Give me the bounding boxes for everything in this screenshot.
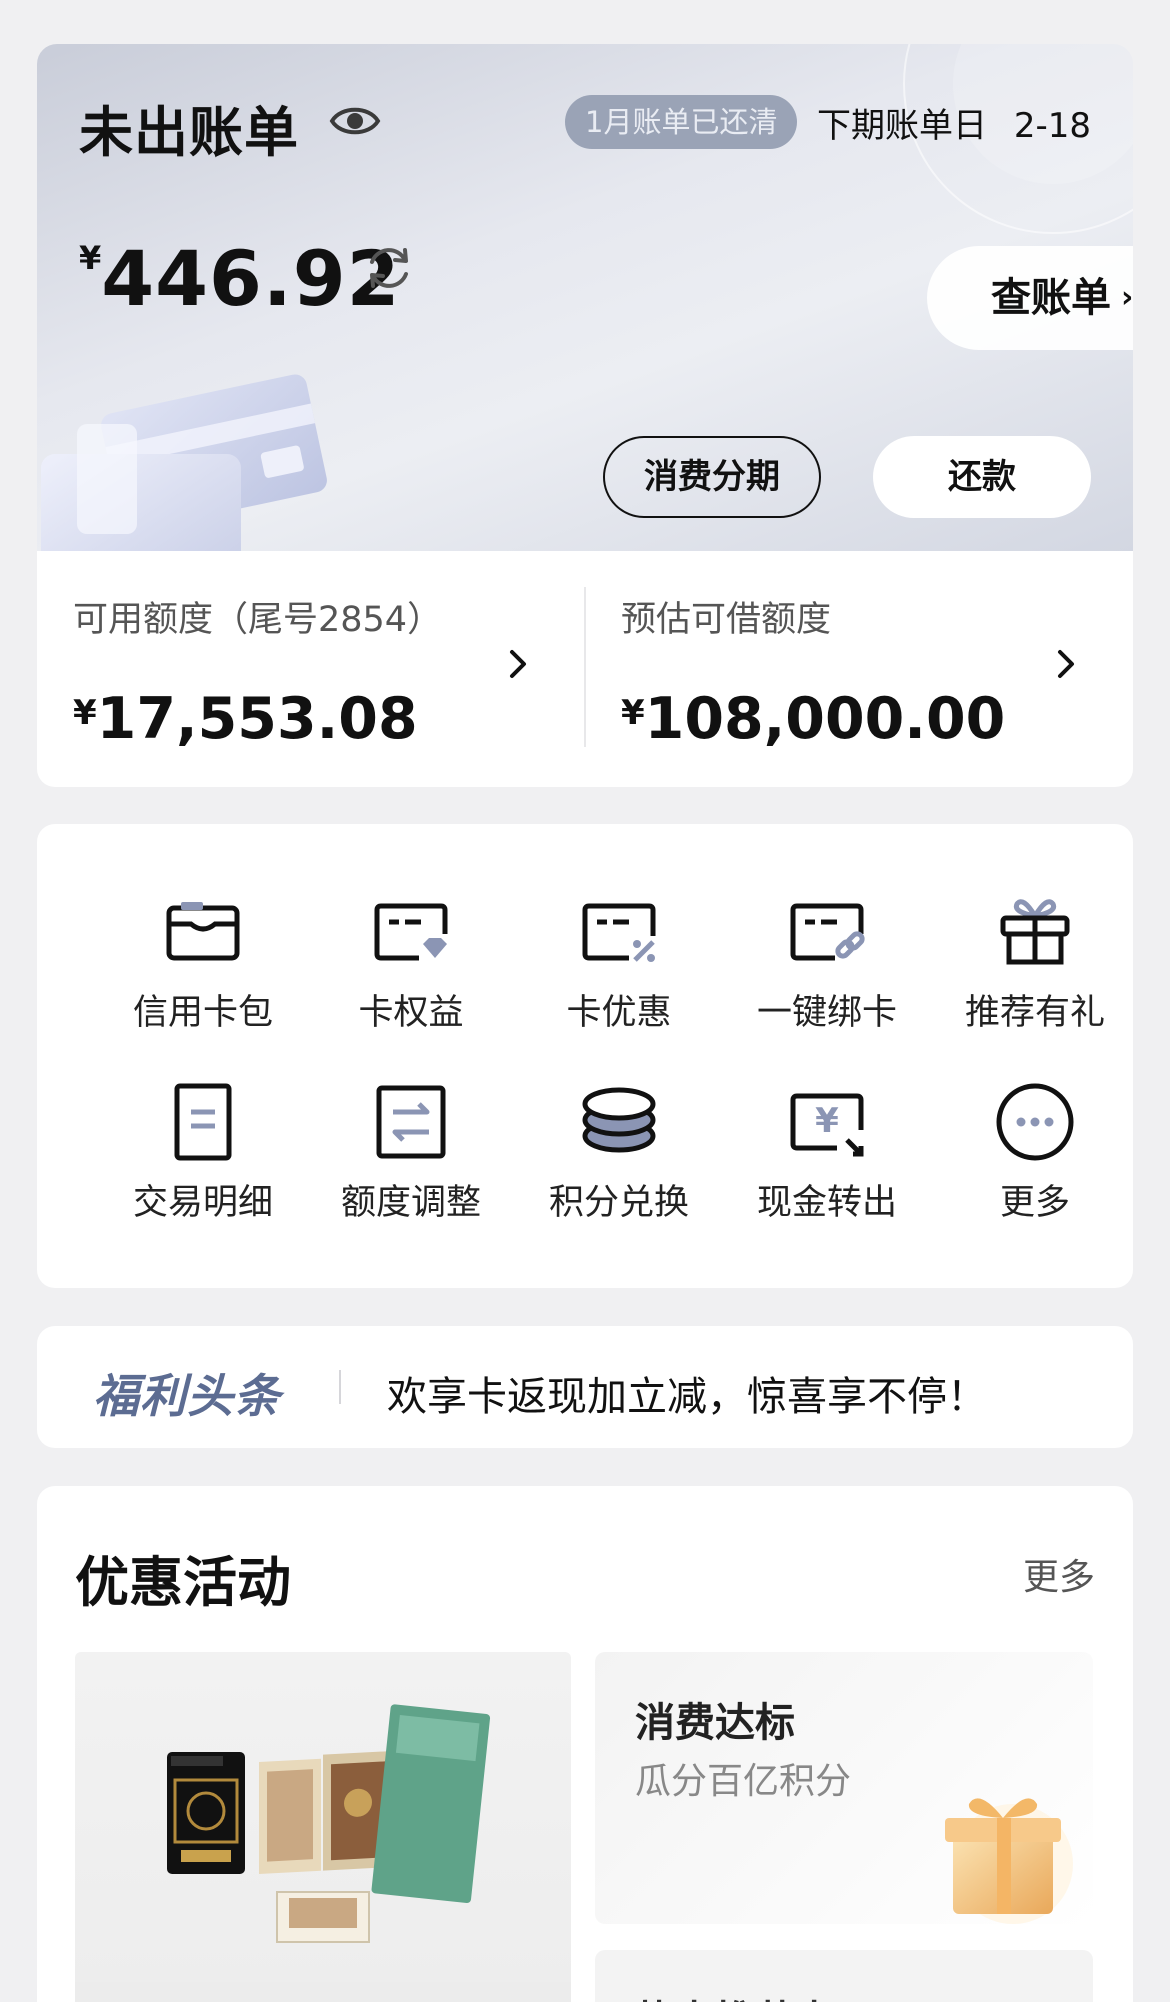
cash-out-icon: ¥ xyxy=(790,1093,864,1157)
currency-symbol: ¥ xyxy=(73,693,97,733)
action-label: 一键绑卡 xyxy=(756,993,897,1033)
divider xyxy=(339,1370,341,1404)
action-label: 推荐有礼 xyxy=(964,993,1105,1033)
gift-box-image xyxy=(945,1798,1073,1924)
quick-actions-grid: 信用卡包 卡权益 卡优惠 一键绑卡 推荐有礼 交易明细 额度调整 积分兑换 ¥ … xyxy=(37,824,1133,1288)
amount-value: 446.92 xyxy=(101,234,401,323)
promo-title: 热卡推荐卡 xyxy=(635,1988,835,2002)
promotions-title: 优惠活动 xyxy=(75,1551,291,1614)
available-limit-value: ¥17,553.08 xyxy=(73,686,418,752)
next-bill-value: 2-18 xyxy=(1013,106,1091,146)
currency-symbol: ¥ xyxy=(621,693,645,733)
points-coins-icon xyxy=(582,1087,656,1153)
action-label: 现金转出 xyxy=(756,1183,897,1223)
next-bill-label: 下期账单日 xyxy=(817,106,987,146)
action-card-benefits[interactable]: 卡权益 xyxy=(307,892,515,1033)
repay-button[interactable]: 还款 xyxy=(873,436,1091,518)
credit-limit-panel: 可用额度（尾号2854） ¥17,553.08 预估可借额度 ¥108,000.… xyxy=(37,551,1133,787)
promo-product-image xyxy=(75,1704,571,2002)
borrowable-limit[interactable]: 预估可借额度 ¥108,000.00 xyxy=(585,551,1133,787)
available-limit-amount: 17,553.08 xyxy=(96,686,418,752)
card-benefits-icon xyxy=(374,903,448,961)
next-bill-date: 下期账单日 2-18 xyxy=(817,98,1091,147)
action-cash-out[interactable]: ¥ 现金转出 xyxy=(723,1082,931,1223)
benefits-headline-banner[interactable]: 福利头条 欢享卡返现加立减，惊喜享不停！ xyxy=(37,1326,1133,1448)
svg-text:¥: ¥ xyxy=(815,1101,839,1141)
borrowable-limit-label: 预估可借额度 xyxy=(621,600,832,640)
view-bill-button[interactable]: 查账单 › xyxy=(927,246,1133,350)
card-discount-icon xyxy=(582,903,656,962)
more-dots-icon xyxy=(996,1083,1074,1161)
promo-title: 消费达标 xyxy=(635,1700,795,1746)
action-card-wallet[interactable]: 信用卡包 xyxy=(99,892,307,1033)
benefits-message: 欢享卡返现加立减，惊喜享不停！ xyxy=(387,1374,987,1420)
benefits-brand: 福利头条 xyxy=(93,1369,281,1423)
eye-icon[interactable] xyxy=(329,100,381,142)
chevron-right-icon xyxy=(510,650,526,678)
gift-icon xyxy=(1000,899,1070,965)
transactions-icon xyxy=(174,1083,232,1161)
action-points-exchange[interactable]: 积分兑换 xyxy=(515,1082,723,1223)
promo-card-spending[interactable]: 消费达标 瓜分百亿积分 xyxy=(595,1652,1093,1924)
promo-subtitle: 瓜分百亿积分 xyxy=(635,1761,852,1802)
promo-card-product[interactable] xyxy=(75,1652,571,2002)
action-more[interactable]: 更多 xyxy=(931,1082,1133,1223)
card-wallet-icon xyxy=(166,902,240,961)
unbilled-amount: ¥446.92 xyxy=(79,234,401,323)
limit-adjust-icon xyxy=(376,1085,446,1159)
credit-cards-illustration xyxy=(41,374,327,551)
action-label: 积分兑换 xyxy=(548,1183,689,1223)
refresh-icon[interactable] xyxy=(363,242,415,294)
action-label: 更多 xyxy=(999,1183,1070,1223)
promo-card-second[interactable]: 热卡推荐卡 xyxy=(595,1950,1093,2002)
currency-symbol: ¥ xyxy=(79,239,102,277)
chevron-right-icon: › xyxy=(1121,280,1133,315)
action-label: 信用卡包 xyxy=(132,993,273,1033)
action-label: 卡权益 xyxy=(358,993,464,1033)
action-referral-gift[interactable]: 推荐有礼 xyxy=(931,892,1133,1033)
available-limit-label: 可用额度（尾号2854） xyxy=(73,600,443,640)
bind-card-icon xyxy=(790,903,865,961)
borrowable-limit-value: ¥108,000.00 xyxy=(621,686,1005,752)
action-bind-card[interactable]: 一键绑卡 xyxy=(723,892,931,1033)
borrowable-limit-amount: 108,000.00 xyxy=(644,686,1006,752)
bill-paid-badge: 1月账单已还清 xyxy=(565,95,798,149)
action-transactions[interactable]: 交易明细 xyxy=(99,1082,307,1223)
unbilled-card: 未出账单 1月账单已还清 下期账单日 2-18 ¥446.92 查账单 › 消费… xyxy=(37,44,1133,551)
available-limit[interactable]: 可用额度（尾号2854） ¥17,553.08 xyxy=(37,551,585,787)
installment-button[interactable]: 消费分期 xyxy=(603,436,821,518)
chevron-right-icon xyxy=(1058,650,1074,678)
promotions-more-link[interactable]: 更多 xyxy=(1023,1548,1095,1600)
unbilled-title: 未出账单 xyxy=(79,101,299,164)
action-label: 额度调整 xyxy=(340,1183,481,1223)
action-card-discount[interactable]: 卡优惠 xyxy=(515,892,723,1033)
action-label: 交易明细 xyxy=(132,1183,273,1223)
view-bill-label: 查账单 xyxy=(991,275,1111,321)
promotions-section: 优惠活动 更多 消费达标 瓜分百亿积分 xyxy=(37,1486,1133,2002)
action-limit-adjust[interactable]: 额度调整 xyxy=(307,1082,515,1223)
action-label: 卡优惠 xyxy=(566,993,672,1033)
